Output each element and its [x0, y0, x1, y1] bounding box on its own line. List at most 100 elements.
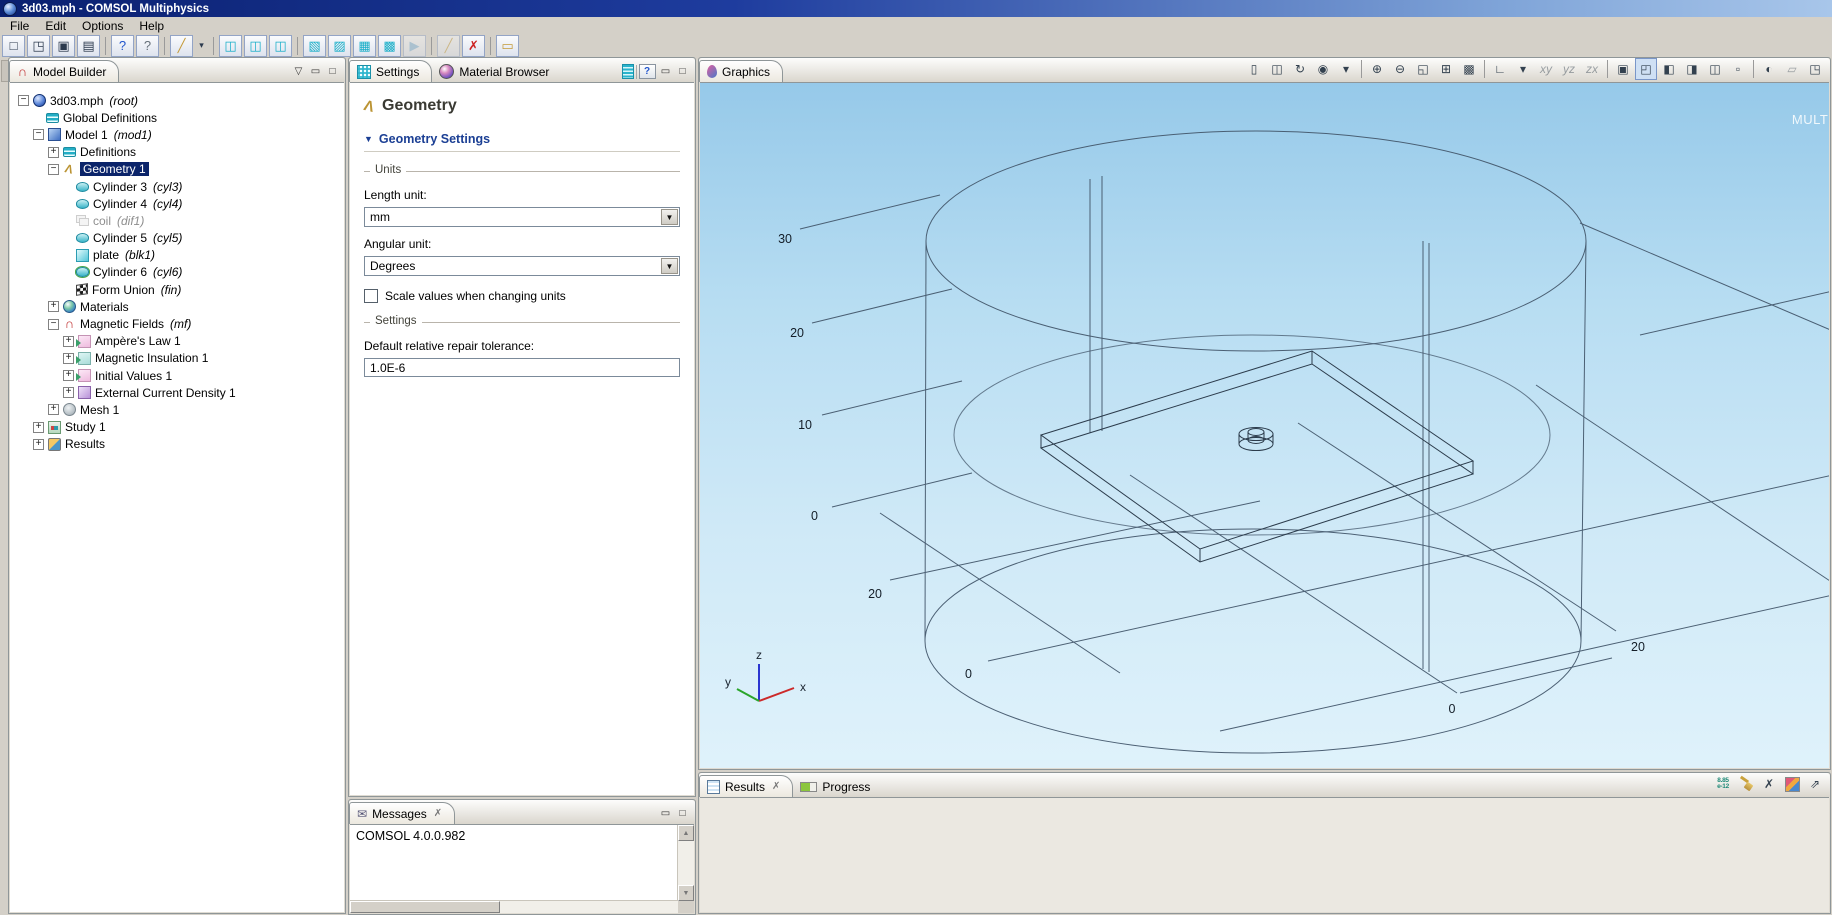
tree-item-magnetic-insulation-1[interactable]: +Magnetic Insulation 1 [14, 350, 342, 367]
default-3d-view-icon[interactable]: ∟ [1489, 58, 1511, 80]
precision-icon[interactable]: 8.85e-12 [1712, 773, 1734, 795]
tree-item-initial-values-1[interactable]: +Initial Values 1 [14, 367, 342, 384]
documentation-icon[interactable]: ? [136, 35, 159, 57]
expander-minus-icon[interactable]: − [48, 164, 59, 175]
tree-item-definitions[interactable]: +Definitions [14, 144, 342, 161]
expander-plus-icon[interactable]: + [48, 301, 59, 312]
build-all-icon[interactable]: ▦ [353, 35, 376, 57]
tab-progress[interactable]: Progress [793, 776, 882, 797]
settings-maximize-icon[interactable]: □ [674, 63, 691, 79]
window-tile-icon[interactable]: ◫ [244, 35, 267, 57]
selection-lock-icon[interactable]: ◰ [1635, 58, 1657, 80]
split-window-icon[interactable]: ◫ [1266, 58, 1288, 80]
scroll-down-icon[interactable]: ▼ [678, 885, 694, 901]
expander-plus-icon[interactable]: + [63, 387, 74, 398]
tree-item-external-current-density-1[interactable]: +External Current Density 1 [14, 384, 342, 401]
horizontal-sash-left[interactable] [348, 797, 696, 799]
tree-item-geometry-1[interactable]: −Geometry 1 [14, 161, 342, 178]
help-icon[interactable]: ? [111, 35, 134, 57]
tree-item-amp-re-s-law-1[interactable]: +Ampère's Law 1 [14, 333, 342, 350]
new-file-icon[interactable]: □ [2, 35, 25, 57]
messages-maximize-icon[interactable]: □ [674, 805, 691, 821]
tab-results[interactable]: Results ✗ [699, 775, 793, 797]
build-selected-icon[interactable]: ▨ [328, 35, 351, 57]
menu-options[interactable]: Options [74, 18, 131, 34]
tree-item-plate[interactable]: plate(blk1) [14, 247, 342, 264]
expander-minus-icon[interactable]: − [48, 319, 59, 330]
menu-file[interactable]: File [2, 18, 37, 34]
tree-item-global-definitions[interactable]: Global Definitions [14, 109, 342, 126]
length-unit-select[interactable]: mm ▼ [364, 207, 680, 227]
build-mesh-icon[interactable]: ▩ [378, 35, 401, 57]
select-boundaries-icon[interactable]: ◨ [1681, 58, 1703, 80]
clear-results-icon[interactable] [1735, 773, 1757, 795]
select-edges-icon[interactable]: ◫ [1704, 58, 1726, 80]
visibility-icon[interactable]: ◉ [1312, 58, 1334, 80]
view-zx-icon[interactable]: zx [1581, 58, 1603, 80]
view-menu-icon[interactable]: ▽ [290, 63, 307, 79]
expander-plus-icon[interactable]: + [33, 439, 44, 450]
measure-icon[interactable]: ✗ [462, 35, 485, 57]
visibility-caret-icon[interactable]: ▾ [1335, 58, 1357, 80]
horizontal-sash-right[interactable] [698, 770, 1831, 772]
transparency-icon[interactable]: ▱ [1781, 58, 1803, 80]
expander-plus-icon[interactable]: + [63, 353, 74, 364]
close-icon[interactable]: ✗ [772, 781, 780, 792]
tree-item-cylinder-5[interactable]: Cylinder 5(cyl5) [14, 230, 342, 247]
title-bar[interactable]: 3d03.mph - COMSOL Multiphysics [0, 0, 1832, 17]
messages-minimize-icon[interactable]: ▭ [657, 805, 674, 821]
dropdown-arrow-icon[interactable]: ▼ [661, 258, 678, 274]
tab-messages[interactable]: ✉ Messages ✗ [349, 802, 455, 824]
tree-item-materials[interactable]: +Materials [14, 298, 342, 315]
expander-minus-icon[interactable]: − [33, 129, 44, 140]
view-yz-icon[interactable]: yz [1558, 58, 1580, 80]
menu-edit[interactable]: Edit [37, 18, 74, 34]
print-icon[interactable]: ▤ [77, 35, 100, 57]
tree-item-results[interactable]: +Results [14, 436, 342, 453]
tree-item-cylinder-3[interactable]: Cylinder 3(cyl3) [14, 178, 342, 195]
brush-icon[interactable]: ╱ [170, 35, 193, 57]
save-icon[interactable]: ▣ [52, 35, 75, 57]
tree-item-coil[interactable]: coil(dif1) [14, 212, 342, 229]
dropdown-arrow-icon[interactable]: ▼ [661, 209, 678, 225]
view-settings-icon[interactable]: ◳ [1804, 58, 1826, 80]
draw-icon[interactable]: ╱ [437, 35, 460, 57]
maximize-icon[interactable]: □ [324, 63, 341, 79]
vertical-scrollbar[interactable]: ▲ ▼ [677, 825, 694, 901]
angular-unit-select[interactable]: Degrees ▼ [364, 256, 680, 276]
expander-plus-icon[interactable]: + [48, 404, 59, 415]
select-box-icon[interactable]: ▫ [1727, 58, 1749, 80]
snapshot-icon[interactable]: ▣ [1612, 58, 1634, 80]
select-domains-icon[interactable]: ◧ [1658, 58, 1680, 80]
brush-caret-icon[interactable]: ▾ [195, 35, 208, 57]
settings-minimize-icon[interactable]: ▭ [657, 63, 674, 79]
scrollbar-thumb[interactable] [350, 901, 500, 913]
expander-plus-icon[interactable]: + [33, 422, 44, 433]
vertical-sash-left[interactable] [346, 57, 348, 915]
menu-help[interactable]: Help [131, 18, 172, 34]
plot-icon[interactable] [1781, 773, 1803, 795]
scale-values-checkbox[interactable] [364, 289, 378, 303]
tree-item-cylinder-4[interactable]: Cylinder 4(cyl4) [14, 195, 342, 212]
zoom-box-icon[interactable]: ◱ [1412, 58, 1434, 80]
tab-settings[interactable]: Settings [349, 60, 432, 82]
expander-plus-icon[interactable]: + [63, 336, 74, 347]
open-file-icon[interactable]: ◳ [27, 35, 50, 57]
minimize-icon[interactable]: ▭ [307, 63, 324, 79]
dynamic-help-icon[interactable]: ? [637, 63, 657, 79]
view-xy-icon[interactable]: xy [1535, 58, 1557, 80]
tree-item-3d03-mph[interactable]: −3d03.mph(root) [14, 92, 342, 109]
geometry-settings-section[interactable]: ▼ Geometry Settings [364, 132, 680, 152]
delete-icon[interactable]: ✗ [1758, 773, 1780, 795]
plot-window-icon[interactable]: ▯ [1243, 58, 1265, 80]
tab-material-browser[interactable]: Material Browser [432, 61, 561, 82]
expander-plus-icon[interactable]: + [63, 370, 74, 381]
tree-item-mesh-1[interactable]: +Mesh 1 [14, 401, 342, 418]
expander-plus-icon[interactable]: + [48, 147, 59, 158]
material-library-icon[interactable] [619, 63, 636, 79]
scene-light-icon[interactable]: ◐ [1758, 58, 1780, 80]
tree-item-model-1[interactable]: −Model 1(mod1) [14, 126, 342, 143]
scroll-up-icon[interactable]: ▲ [678, 825, 694, 841]
tab-graphics[interactable]: Graphics [699, 60, 783, 82]
tree-item-cylinder-6[interactable]: Cylinder 6(cyl6) [14, 264, 342, 281]
